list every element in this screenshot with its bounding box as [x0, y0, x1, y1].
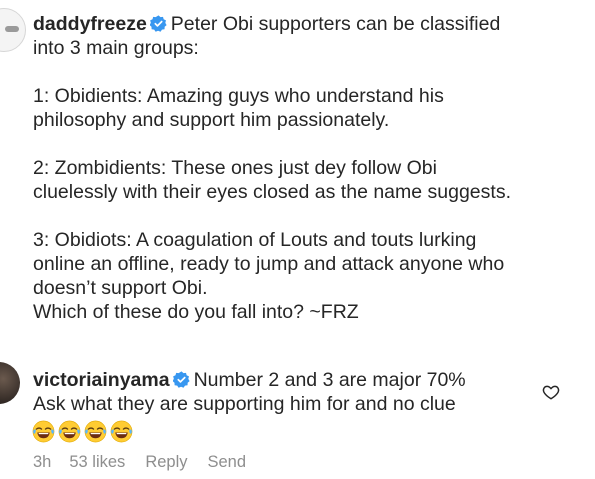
avatar-victoriainyama[interactable]: [0, 362, 20, 404]
comment-line: doesn’t support Obi.: [33, 277, 208, 299]
comment-text: Peter Obi supporters can be classified: [170, 13, 501, 35]
comment-line: 1: Obidients: Amazing guys who understan…: [33, 85, 444, 107]
reply-line: victoriainyama Number 2 and 3 are major 7…: [33, 368, 553, 392]
reply-meta: 3h 53 likes Reply Send: [33, 453, 246, 472]
comment-line: cluelessly with their eyes closed as the…: [33, 181, 511, 203]
comment-line: philosophy and support him passionately.: [33, 109, 390, 131]
comment-thread: daddyfreeze Peter Obi supporters can be c…: [0, 0, 595, 479]
comment-timestamp: 3h: [33, 453, 52, 471]
verified-badge-icon: [172, 371, 190, 388]
comment-line: 2: Zombidients: These ones just dey foll…: [33, 157, 437, 179]
reply-comment: victoriainyama Number 2 and 3 are major 7…: [33, 368, 553, 416]
reply-username[interactable]: victoriainyama: [33, 369, 170, 391]
verified-badge-icon: [149, 15, 167, 32]
avatar-glyph: [5, 26, 19, 32]
reply-text: Number 2 and 3 are major 70%: [193, 369, 466, 391]
comment-line: online an offline, ready to jump and att…: [33, 253, 505, 275]
reply-line: Ask what they are supporting him for and…: [33, 393, 456, 415]
main-comment: daddyfreeze Peter Obi supporters can be c…: [33, 12, 589, 324]
avatar-daddyfreeze[interactable]: [0, 8, 26, 52]
face-with-tears-of-joy-icon: [84, 420, 107, 443]
face-with-tears-of-joy-icon: [110, 420, 133, 443]
reply-button[interactable]: Reply: [145, 453, 187, 472]
comment-line: Which of these do you fall into? ~FRZ: [33, 301, 359, 323]
emoji-row: [32, 420, 133, 444]
face-with-tears-of-joy-icon: [32, 420, 55, 443]
likes-count[interactable]: 53 likes: [69, 453, 125, 472]
comment-line: into 3 main groups:: [33, 37, 199, 59]
heart-icon[interactable]: [542, 383, 560, 401]
send-button[interactable]: Send: [208, 453, 247, 472]
comment-username[interactable]: daddyfreeze: [33, 13, 147, 35]
comment-line: daddyfreeze Peter Obi supporters can be c…: [33, 12, 589, 36]
comment-line: 3: Obidiots: A coagulation of Louts and …: [33, 229, 477, 251]
face-with-tears-of-joy-icon: [58, 420, 81, 443]
